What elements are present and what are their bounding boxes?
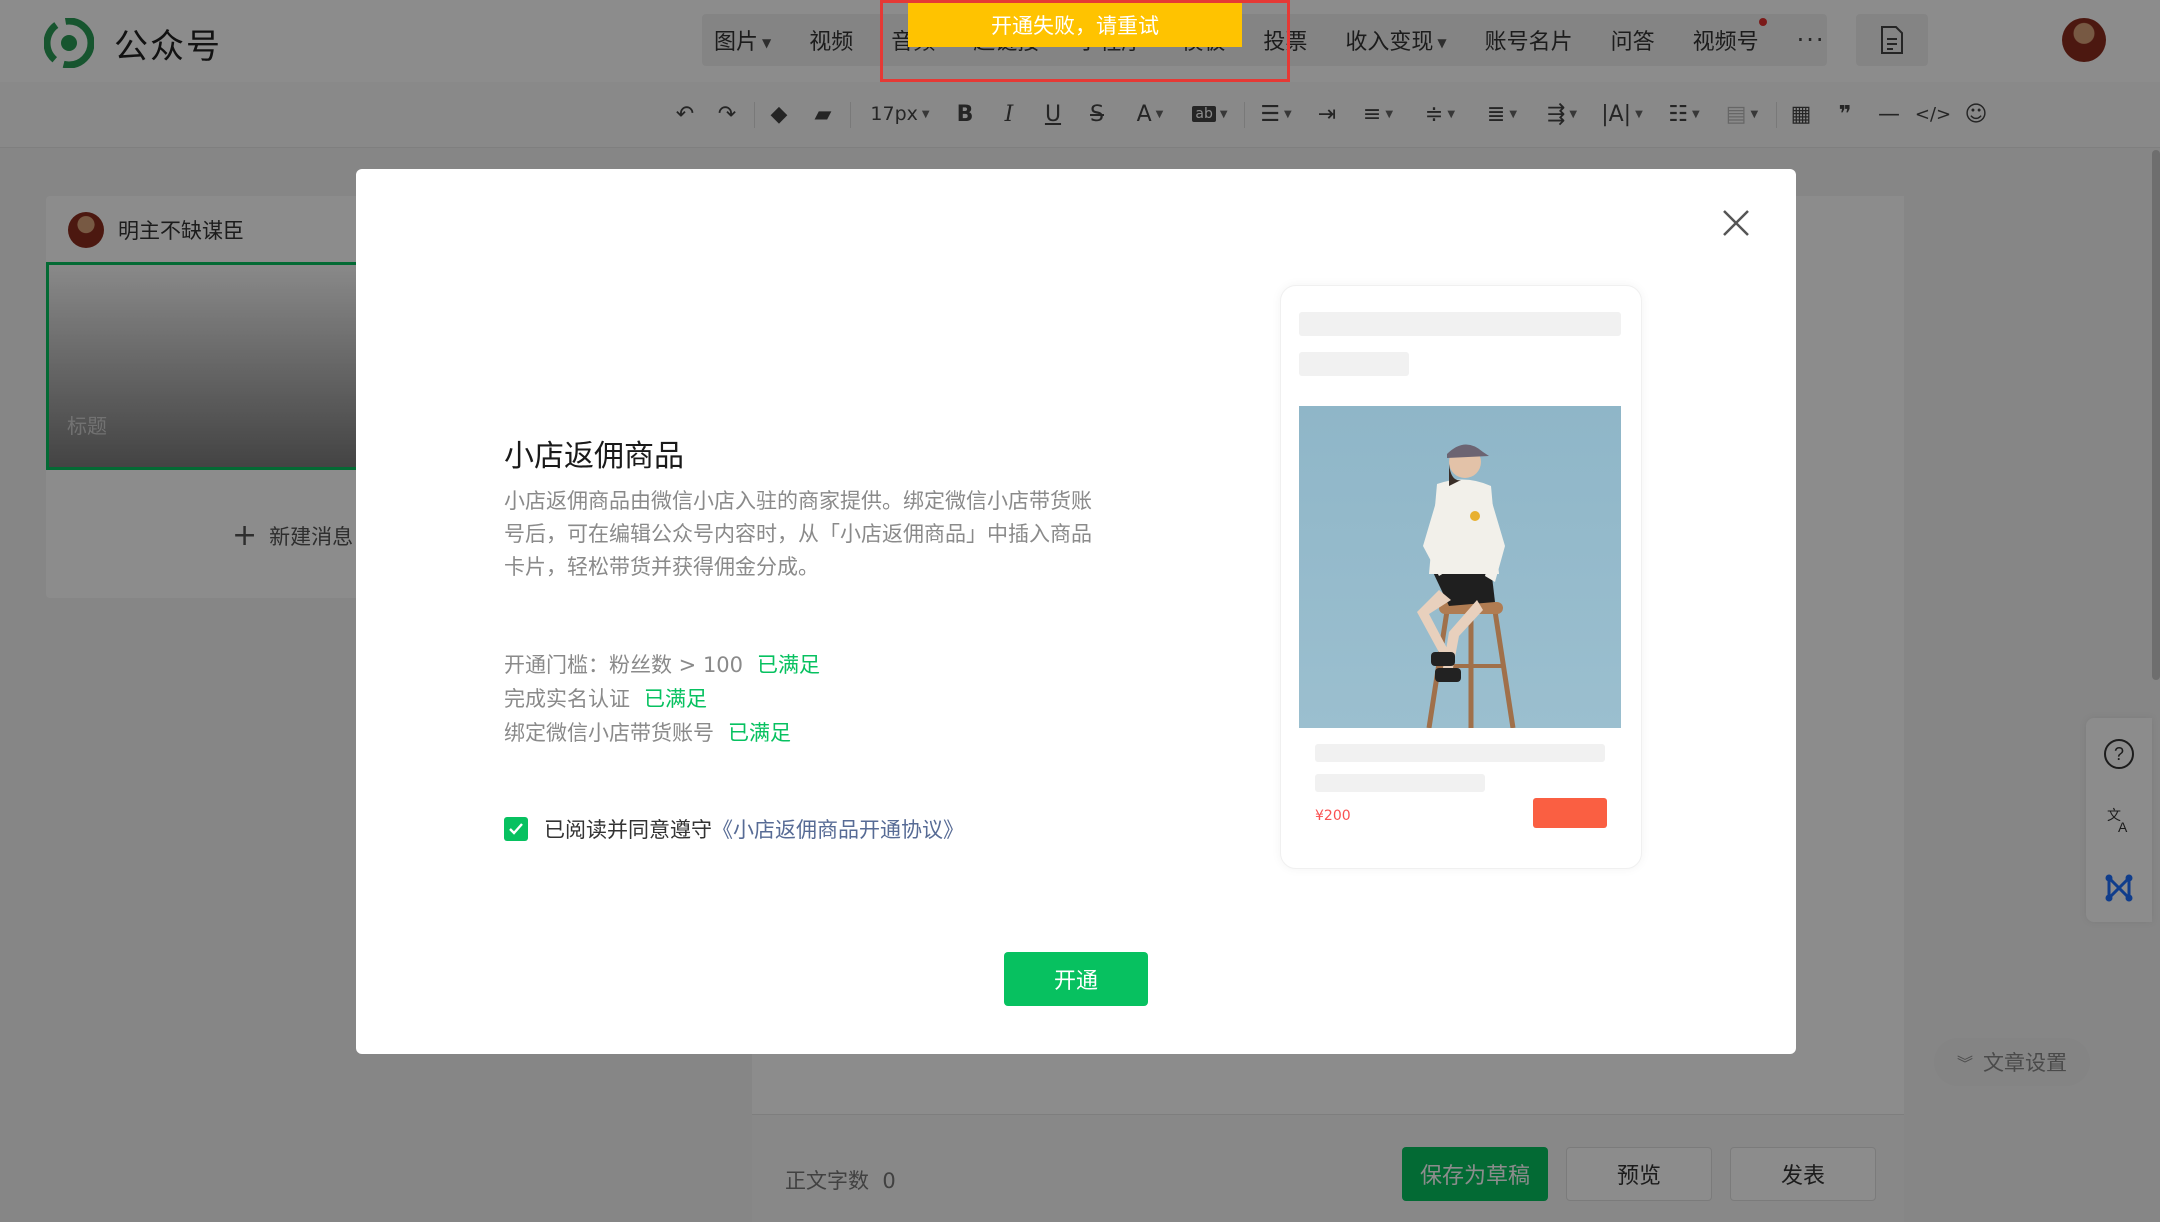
modal-title: 小店返佣商品	[504, 439, 684, 474]
product-price: ¥200	[1315, 808, 1351, 824]
requirement-shop-account: 绑定微信小店带货账号 已满足	[504, 721, 791, 745]
agreement-checkbox[interactable]	[504, 817, 528, 841]
open-button[interactable]: 开通	[1004, 952, 1148, 1006]
agreement-link[interactable]: 《小店返佣商品开通协议》	[712, 814, 964, 844]
product-image	[1299, 406, 1621, 728]
modal-description: 小店返佣商品由微信小店入驻的商家提供。绑定微信小店带货账号后，可在编辑公众号内容…	[504, 489, 1092, 579]
checkmark-icon	[509, 823, 523, 835]
status-badge: 已满足	[757, 653, 821, 677]
skeleton-line	[1299, 312, 1621, 336]
requirement-realname: 完成实名认证 已满足	[504, 687, 707, 711]
agreement-row: 已阅读并同意遵守 《小店返佣商品开通协议》	[504, 814, 964, 844]
requirement-fans: 开通门槛：粉丝数 > 100 已满足	[504, 653, 821, 677]
skeleton-line	[1299, 352, 1409, 376]
status-badge: 已满足	[644, 687, 707, 711]
shop-commission-modal: 小店返佣商品 小店返佣商品由微信小店入驻的商家提供。绑定微信小店带货账号后，可在…	[356, 169, 1796, 1054]
product-card-preview: ¥200	[1280, 285, 1642, 869]
skeleton-line	[1315, 774, 1485, 792]
buy-button-preview	[1533, 798, 1607, 828]
error-toast: 开通失败，请重试	[908, 3, 1242, 47]
close-icon[interactable]	[1716, 203, 1756, 243]
agreement-text: 已阅读并同意遵守	[544, 818, 712, 842]
status-badge: 已满足	[728, 721, 791, 745]
skeleton-line	[1315, 744, 1605, 762]
